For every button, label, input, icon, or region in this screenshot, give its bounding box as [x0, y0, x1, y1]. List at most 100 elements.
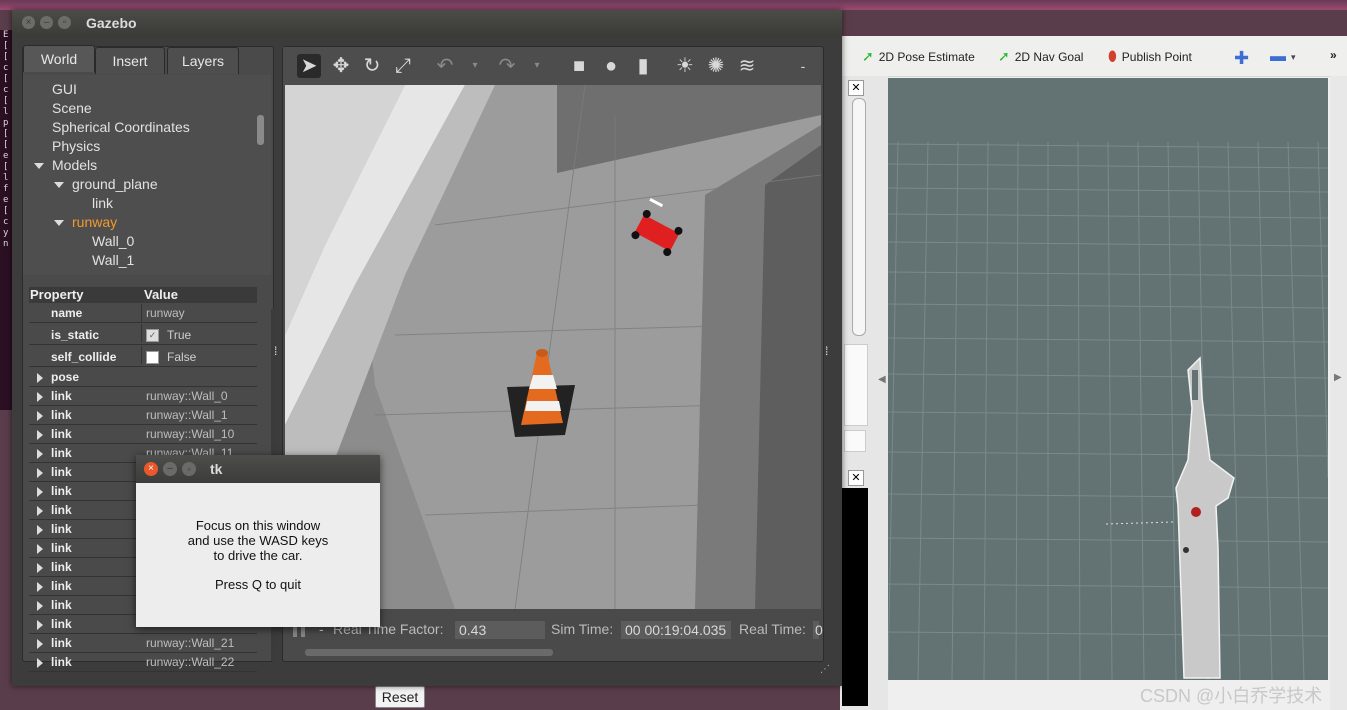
property-key: is_static — [51, 328, 100, 342]
tab-world[interactable]: World — [23, 45, 95, 72]
expand-icon[interactable] — [37, 448, 43, 459]
panel-button[interactable] — [844, 430, 866, 452]
splitter-handle-icon[interactable]: ⁞ — [825, 344, 828, 358]
rviz-toolbar: ➚ 2D Pose Estimate ➚ 2D Nav Goal ⬮ Publi… — [840, 36, 1347, 77]
tree-item-scene[interactable]: Scene — [52, 100, 92, 116]
instruction-line: and use the WASD keys — [187, 533, 329, 548]
display-panel — [844, 344, 868, 426]
spot-light-icon[interactable]: ✺ — [704, 54, 728, 78]
expand-icon[interactable] — [37, 486, 43, 497]
remove-tool-icon[interactable]: ▬ ▾ — [1270, 48, 1296, 66]
minimize-icon[interactable]: – — [163, 462, 177, 476]
nav-goal-tool[interactable]: ➚ 2D Nav Goal — [998, 48, 1083, 65]
instruction-line: Focus on this window — [195, 518, 321, 533]
undo-icon[interactable]: ↶ — [433, 54, 457, 78]
green-arrow-icon: ➚ — [862, 48, 874, 64]
expand-icon[interactable] — [54, 220, 64, 227]
expand-icon[interactable] — [37, 467, 43, 478]
redo-dropdown-icon[interactable]: ▾ — [525, 54, 549, 78]
property-row-pose[interactable]: pose — [29, 367, 257, 387]
maximize-icon[interactable]: ▫ — [58, 16, 71, 29]
checkbox-checked[interactable]: ✓ — [146, 329, 159, 343]
tree-item-link[interactable]: link — [92, 195, 113, 211]
property-key: link — [51, 389, 72, 403]
property-key: link — [51, 408, 72, 422]
directional-light-icon[interactable]: ≋ — [735, 54, 759, 78]
expand-icon[interactable] — [37, 429, 43, 440]
expand-icon[interactable] — [37, 524, 43, 535]
add-tool-icon[interactable]: ✚ — [1234, 48, 1249, 69]
checkbox[interactable] — [146, 351, 159, 365]
tk-dialog[interactable]: × – ▫ tk Focus on this window and use th… — [136, 455, 380, 627]
expand-icon[interactable] — [37, 600, 43, 611]
redo-icon[interactable]: ↷ — [495, 54, 519, 78]
property-row-link[interactable]: link runway::Wall_1 — [29, 406, 257, 425]
pose-estimate-tool[interactable]: ➚ 2D Pose Estimate — [862, 48, 975, 65]
expand-icon[interactable] — [37, 581, 43, 592]
tree-item-runway[interactable]: runway — [54, 214, 117, 230]
collapse-right-icon[interactable]: ▶ — [1334, 372, 1342, 383]
sim-time-label: Sim Time: — [551, 621, 614, 637]
tree-label: ground_plane — [72, 176, 158, 192]
tab-insert[interactable]: Insert — [95, 47, 165, 74]
title-bar: × – ▫ Gazebo — [12, 10, 842, 36]
undo-dropdown-icon[interactable]: ▾ — [463, 54, 487, 78]
maximize-icon[interactable]: ▫ — [182, 462, 196, 476]
toolbar-menu[interactable]: - — [791, 54, 815, 78]
point-light-icon[interactable]: ☀ — [673, 54, 697, 78]
tk-message: Focus on this window and use the WASD ke… — [136, 483, 380, 627]
minimize-icon[interactable]: – — [40, 16, 53, 29]
property-row-link[interactable]: link runway::Wall_22 — [29, 653, 257, 672]
expand-icon[interactable] — [37, 638, 43, 649]
expand-icon[interactable] — [37, 562, 43, 573]
translate-icon[interactable]: ✥ — [329, 54, 353, 78]
expand-icon[interactable] — [37, 505, 43, 516]
box-shape-icon[interactable]: ■ — [567, 54, 591, 78]
close-icon[interactable]: × — [22, 16, 35, 29]
tab-layers[interactable]: Layers — [167, 47, 239, 74]
expand-icon[interactable] — [37, 543, 43, 554]
tree-item-gui[interactable]: GUI — [52, 81, 77, 97]
close-icon[interactable]: ✕ — [848, 80, 864, 96]
resize-grip-icon[interactable]: ⋰ — [820, 664, 830, 675]
cylinder-shape-icon[interactable]: ▮ — [631, 54, 655, 78]
property-row-link[interactable]: link runway::Wall_21 — [29, 634, 257, 653]
toolbar-overflow-icon[interactable]: » — [1330, 48, 1337, 62]
property-key: link — [51, 579, 72, 593]
publish-point-tool[interactable]: ⬮ Publish Point — [1108, 48, 1192, 65]
expand-icon[interactable] — [37, 657, 43, 668]
expand-icon[interactable] — [37, 391, 43, 402]
close-icon[interactable]: ✕ — [848, 470, 864, 486]
column-header: Value — [144, 287, 178, 302]
tree-item-ground-plane[interactable]: ground_plane — [54, 176, 158, 192]
rotate-icon[interactable]: ↻ — [360, 54, 384, 78]
sphere-shape-icon[interactable]: ● — [599, 54, 623, 78]
scale-icon[interactable]: ⤢ — [391, 54, 415, 78]
expand-icon[interactable] — [37, 619, 43, 630]
scrollbar[interactable] — [852, 98, 866, 336]
property-row-link[interactable]: link runway::Wall_0 — [29, 387, 257, 406]
reset-button[interactable]: Reset — [375, 686, 425, 708]
expand-icon[interactable] — [37, 410, 43, 421]
property-key: link — [51, 541, 72, 555]
splitter-handle-icon[interactable]: ⁞ — [274, 344, 277, 358]
expand-icon[interactable] — [34, 163, 44, 170]
expand-icon[interactable] — [54, 182, 64, 189]
tk-title: tk — [210, 461, 223, 477]
tree-item-models[interactable]: Models — [34, 157, 97, 173]
collapse-left-icon[interactable]: ◀ — [878, 374, 886, 385]
tree-item-wall-1[interactable]: Wall_1 — [92, 252, 134, 268]
tree-label: Models — [52, 157, 98, 173]
tree-item-physics[interactable]: Physics — [52, 138, 100, 154]
map-pin-icon: ⬮ — [1108, 48, 1117, 64]
rviz-map-view[interactable] — [888, 78, 1328, 680]
select-arrow-icon[interactable]: ➤ — [297, 54, 321, 78]
tree-item-spherical[interactable]: Spherical Coordinates — [52, 119, 190, 135]
tree-item-wall-0[interactable]: Wall_0 — [92, 233, 134, 249]
horizontal-scrollbar[interactable] — [305, 649, 553, 656]
property-row-name: name runway — [29, 304, 257, 323]
scrollbar[interactable] — [257, 115, 264, 145]
expand-icon[interactable] — [37, 372, 43, 383]
close-icon[interactable]: × — [144, 462, 158, 476]
property-row-link[interactable]: link runway::Wall_10 — [29, 425, 257, 444]
